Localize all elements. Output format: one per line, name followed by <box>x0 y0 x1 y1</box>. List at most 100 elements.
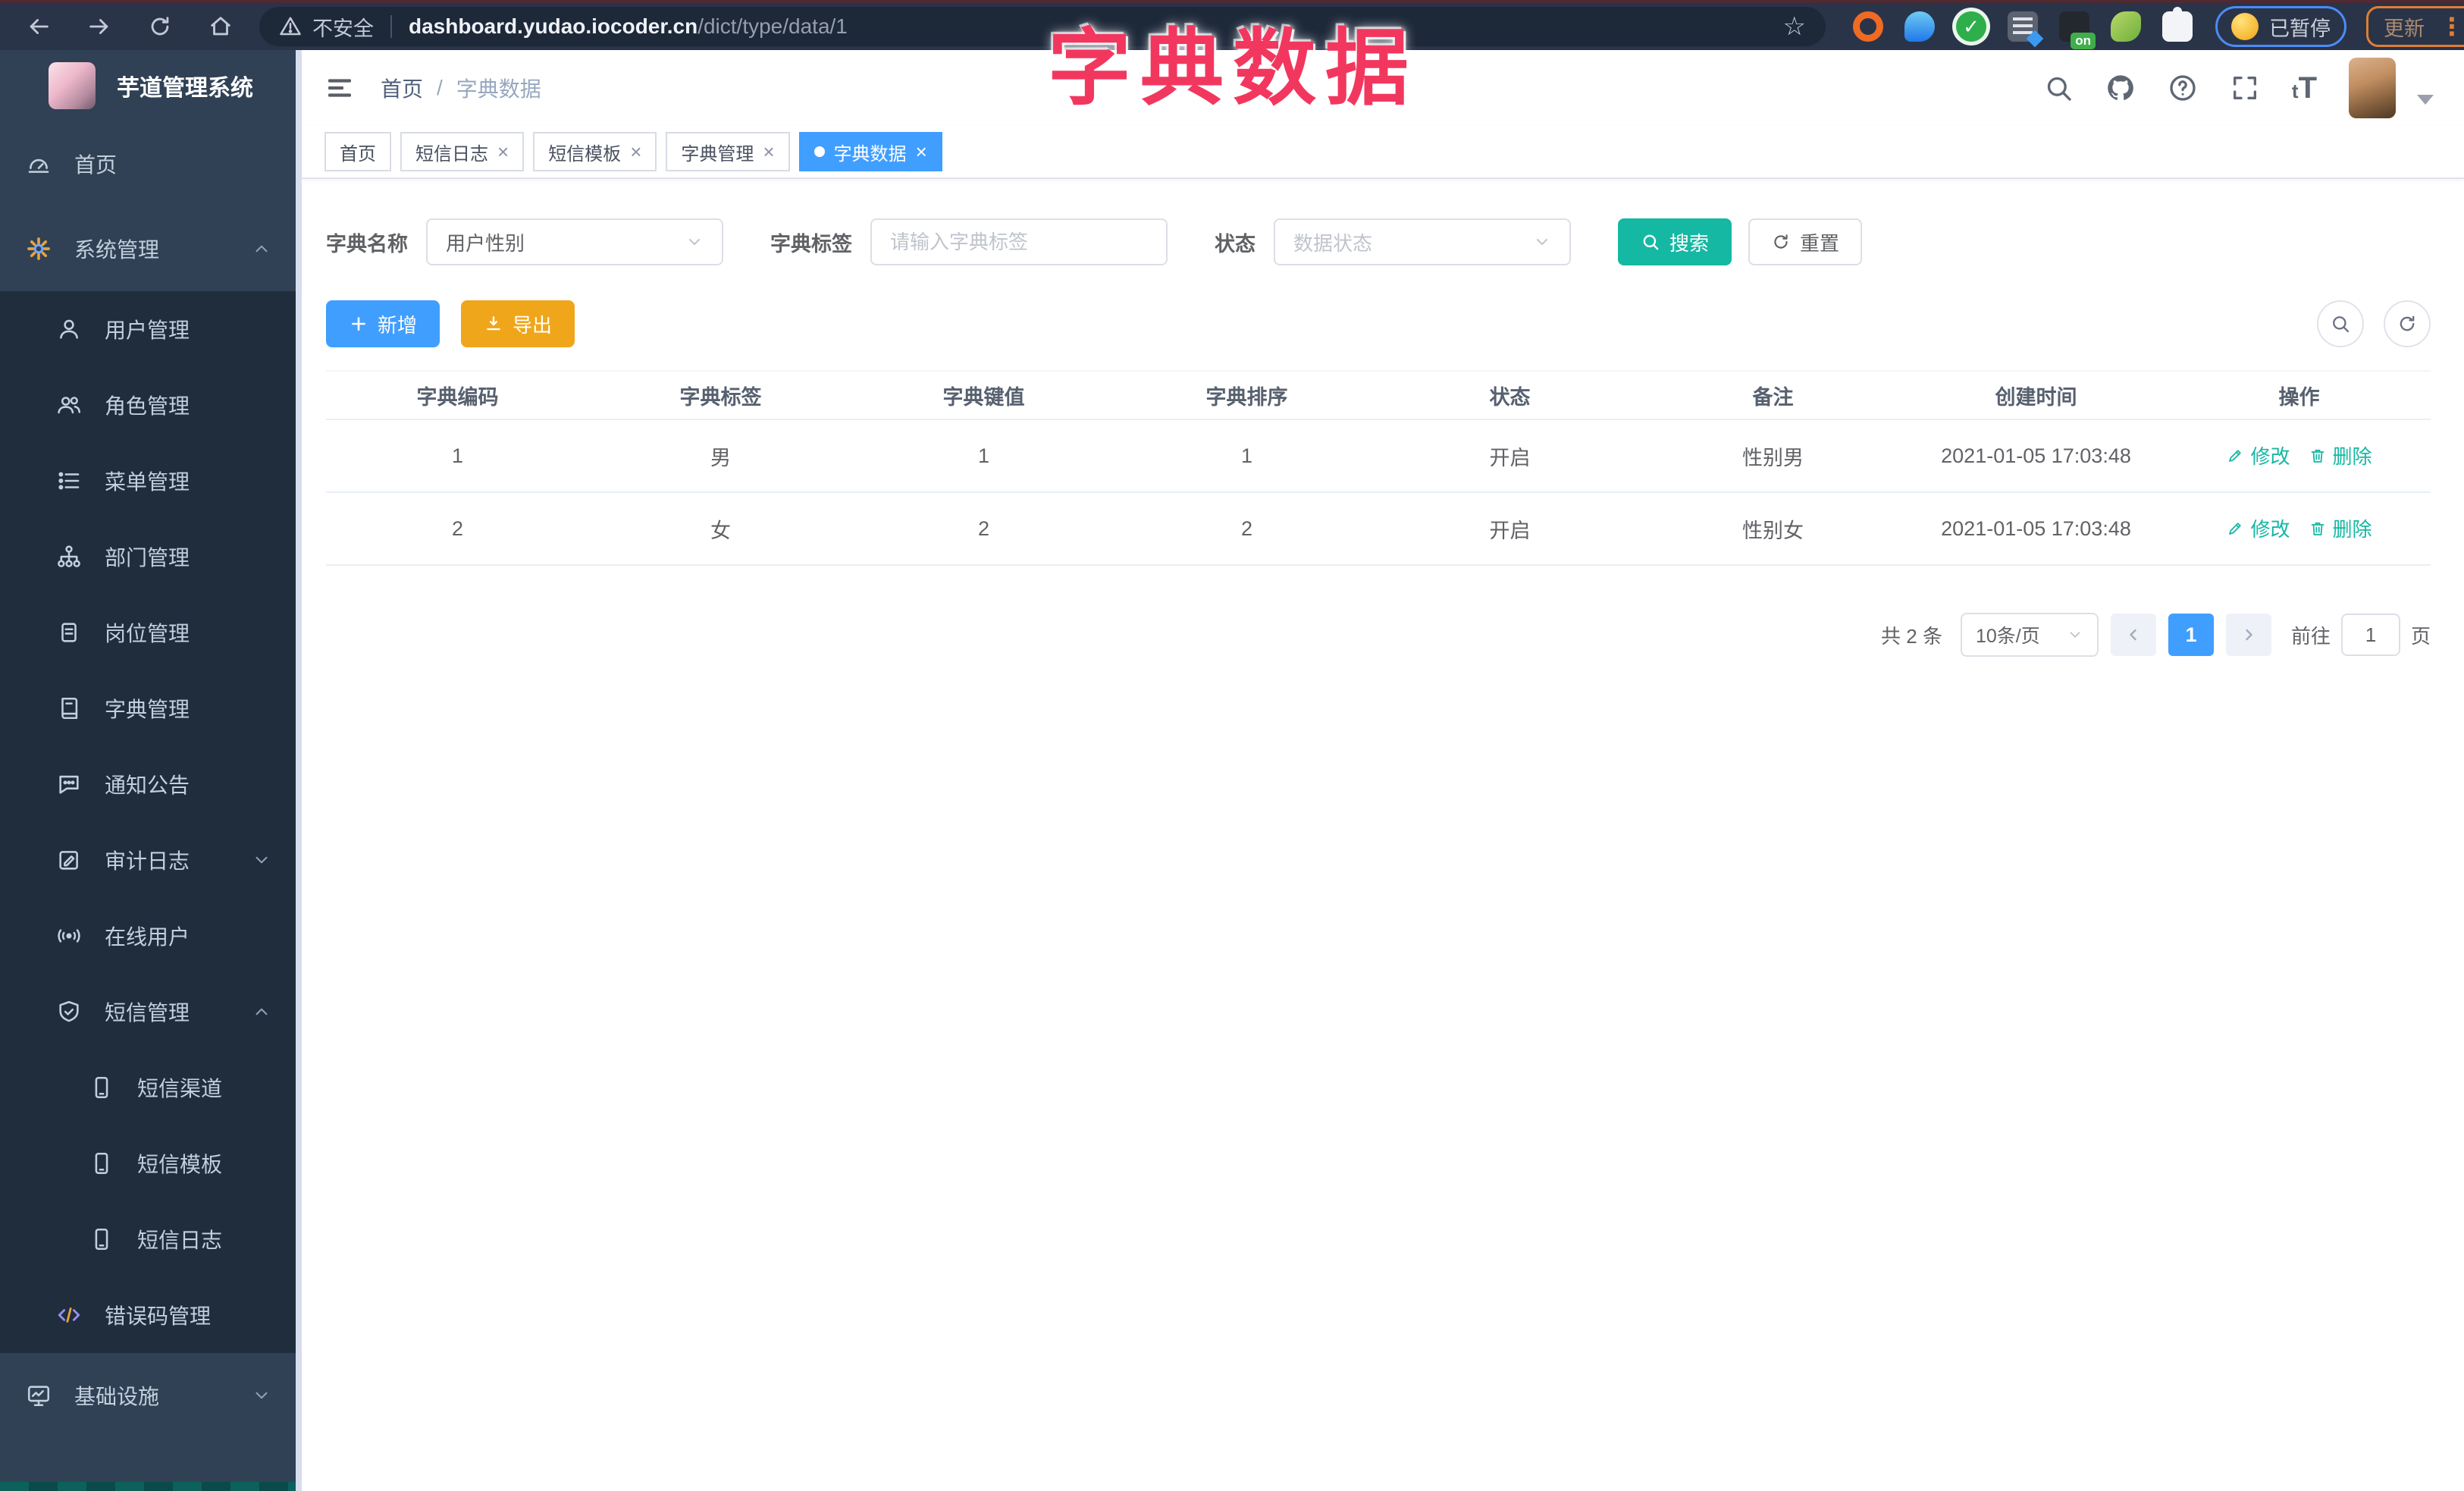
tag-dict-data[interactable]: 字典数据 × <box>798 132 942 171</box>
table-header-row: 字典编码 字典标签 字典键值 字典排序 状态 备注 创建时间 操作 <box>326 370 2431 420</box>
chevron-down-icon <box>252 1386 271 1405</box>
back-icon[interactable] <box>26 14 52 39</box>
list-extension-icon[interactable] <box>2008 11 2038 42</box>
sidebar-item-sms-log[interactable]: 短信日志 <box>0 1201 302 1277</box>
delete-label: 删除 <box>2332 518 2372 541</box>
green-check-extension-icon[interactable]: ✓ <box>1956 11 1986 42</box>
tag-sms-log[interactable]: 短信日志 × <box>400 132 525 171</box>
tags-view-bar: 首页 短信日志 × 短信模板 × 字典管理 × 字典数据 × <box>302 126 2464 179</box>
sidebar-logo[interactable]: 芋道管理系统 <box>0 50 302 121</box>
github-icon[interactable] <box>2105 73 2136 103</box>
sidebar-item-system[interactable]: 系统管理 <box>0 206 302 291</box>
dict-tag-input[interactable] <box>872 220 1166 264</box>
page-size-select[interactable]: 10条/页 <box>1960 613 2099 657</box>
toggle-search-button[interactable] <box>2317 300 2364 347</box>
dict-name-select[interactable]: 用户性别 <box>426 218 723 265</box>
forward-icon[interactable] <box>86 14 112 39</box>
sidebar-item-label: 基础设施 <box>74 1385 160 1408</box>
sidebar-item-error-code[interactable]: 错误码管理 <box>0 1277 302 1353</box>
sidebar-item-infra[interactable]: 基础设施 <box>0 1353 302 1438</box>
sidebar-item-sms[interactable]: 短信管理 <box>0 974 302 1050</box>
sidebar-item-sms-template[interactable]: 短信模板 <box>0 1125 302 1201</box>
sidebar-scrollbar[interactable] <box>296 50 302 1491</box>
breadcrumb-home[interactable]: 首页 <box>381 73 423 103</box>
emoji-extension-icon <box>2231 13 2259 40</box>
reload-icon[interactable] <box>147 14 173 39</box>
paused-extension-pill[interactable]: 已暂停 <box>2215 6 2346 47</box>
prev-page-button[interactable] <box>2110 614 2156 656</box>
sidebar-item-notice[interactable]: 通知公告 <box>0 746 302 822</box>
export-button-label: 导出 <box>513 313 553 337</box>
onetab-extension-icon[interactable]: on <box>2059 11 2096 49</box>
sidebar-item-role[interactable]: 角色管理 <box>0 367 302 443</box>
sidebar-item-user[interactable]: 用户管理 <box>0 291 302 367</box>
status-select[interactable]: 数据状态 <box>1274 218 1571 265</box>
green-sprout-extension-icon[interactable] <box>2111 11 2141 42</box>
sidebar-item-online-user[interactable]: 在线用户 <box>0 898 302 974</box>
sidebar-item-menu[interactable]: 菜单管理 <box>0 443 302 519</box>
pagination-total: 共 2 条 <box>1881 624 1942 648</box>
delete-link[interactable]: 删除 <box>2309 514 2372 542</box>
book-icon <box>56 695 82 721</box>
current-page-button[interactable]: 1 <box>2168 614 2214 656</box>
sidebar-item-audit-log[interactable]: 审计日志 <box>0 822 302 898</box>
browser-update-button[interactable]: 更新 ⋮ <box>2366 6 2464 47</box>
hamburger-icon[interactable] <box>324 73 355 103</box>
help-icon[interactable] <box>2168 73 2198 103</box>
puzzle-extensions-icon[interactable] <box>2162 7 2193 42</box>
bookmark-star-icon[interactable]: ☆ <box>1783 11 1806 42</box>
next-page-button[interactable] <box>2225 614 2271 656</box>
sidebar-item-post[interactable]: 岗位管理 <box>0 595 302 670</box>
sidebar-item-dict[interactable]: 字典管理 <box>0 670 302 746</box>
search-button[interactable]: 搜索 <box>1618 218 1732 265</box>
reset-button[interactable]: 重置 <box>1748 218 1863 265</box>
sidebar-item-home[interactable]: 首页 <box>0 121 302 206</box>
pagination: 共 2 条 10条/页 1 前往 页 <box>326 613 2431 657</box>
close-icon[interactable]: × <box>497 142 509 162</box>
dashboard-icon <box>26 151 52 177</box>
address-bar[interactable]: 不安全 dashboard.yudao.iocoder.cn/dict/type… <box>259 7 1826 46</box>
cell-remark: 性别女 <box>1641 492 1904 566</box>
caret-down-icon[interactable] <box>2417 94 2434 105</box>
sidebar-item-dept[interactable]: 部门管理 <box>0 519 302 595</box>
dict-tag-group: 字典标签 <box>770 218 1168 265</box>
blue-drop-extension-icon[interactable] <box>1904 11 1935 42</box>
tag-sms-template[interactable]: 短信模板 × <box>533 132 657 171</box>
edit-label: 修改 <box>2250 445 2290 469</box>
tag-home[interactable]: 首页 <box>324 132 391 171</box>
edit-link[interactable]: 修改 <box>2226 514 2290 542</box>
kebab-menu-icon[interactable]: ⋮ <box>2440 14 2464 39</box>
close-icon[interactable]: × <box>763 142 774 162</box>
add-button[interactable]: 新增 <box>326 300 440 347</box>
cell-label: 男 <box>589 419 852 493</box>
column-header: 字典排序 <box>1115 370 1378 420</box>
close-icon[interactable]: × <box>916 142 927 162</box>
search-icon[interactable] <box>2043 73 2074 103</box>
phone-icon <box>89 1226 114 1252</box>
main-area: 首页 / 字典数据 tT 首页 短信日志 × 短信模板 × 字典管理 × 字典数据 × 字典名称 <box>302 50 2464 1491</box>
sidebar-item-sms-channel[interactable]: 短信渠道 <box>0 1050 302 1125</box>
delete-link[interactable]: 删除 <box>2309 441 2372 469</box>
add-button-label: 新增 <box>378 313 418 337</box>
gear-icon <box>26 236 52 262</box>
avatar[interactable] <box>2349 58 2396 118</box>
chevron-down-icon <box>252 850 271 870</box>
export-button[interactable]: 导出 <box>461 300 575 347</box>
column-header: 操作 <box>2168 370 2431 420</box>
table-toolbar: 新增 导出 <box>326 300 2431 347</box>
tag-dict-type[interactable]: 字典管理 × <box>666 132 790 171</box>
font-size-icon[interactable]: tT <box>2292 71 2317 105</box>
page-url[interactable]: dashboard.yudao.iocoder.cn/dict/type/dat… <box>409 14 848 39</box>
app-title: 芋道管理系统 <box>117 76 253 101</box>
cell-value: 2 <box>852 492 1115 566</box>
security-label[interactable]: 不安全 <box>312 12 374 42</box>
app-frame: 芋道管理系统 首页 系统管理 用户管理 角色管理 菜单管理 部门管理 岗位管理 字典管理 通知公… <box>0 50 2464 1491</box>
refresh-table-button[interactable] <box>2384 300 2431 347</box>
close-icon[interactable]: × <box>630 142 641 162</box>
home-icon[interactable] <box>208 14 234 39</box>
goto-page-input[interactable] <box>2340 614 2400 656</box>
fullscreen-icon[interactable] <box>2230 73 2260 103</box>
orange-ring-extension-icon[interactable] <box>1853 11 1883 42</box>
edit-link[interactable]: 修改 <box>2226 441 2290 469</box>
breadcrumb-current: 字典数据 <box>456 77 541 101</box>
